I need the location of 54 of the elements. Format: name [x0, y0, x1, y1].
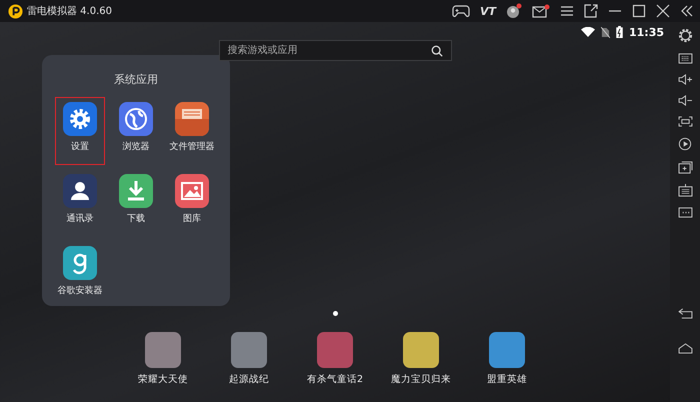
vt-button[interactable]: VT [480, 4, 496, 18]
collapse-icon[interactable] [680, 5, 694, 17]
app-icon [175, 102, 209, 136]
app-shortcut[interactable]: 下载 [108, 169, 164, 237]
app-icon [317, 332, 353, 368]
app-shortcut[interactable]: 有杀气童话2 [292, 332, 378, 386]
app-shortcut[interactable]: 浏览器 [108, 97, 164, 165]
keyboard-icon[interactable] [678, 53, 692, 64]
app-icon [489, 332, 525, 368]
volume-down-icon[interactable] [678, 95, 692, 106]
folder-title: 系统应用 [113, 72, 159, 87]
battery-icon [616, 26, 623, 38]
app-shortcut[interactable]: 荣耀大天使 [120, 332, 206, 386]
no-sim-icon [600, 26, 610, 38]
menu-icon[interactable] [560, 5, 574, 17]
app-shortcut[interactable]: 魔力宝贝归来 [378, 332, 464, 386]
gamepad-icon[interactable] [452, 5, 470, 17]
close-icon[interactable] [656, 4, 670, 18]
app-icon [231, 332, 267, 368]
app-icon [63, 246, 97, 280]
app-shortcut[interactable]: 谷歌安装器 [52, 241, 108, 309]
app-icon [63, 174, 97, 208]
app-icon [119, 174, 153, 208]
settings-icon[interactable] [678, 28, 692, 43]
app-icon [145, 332, 181, 368]
window-title: 雷电模拟器 4.0.60 [27, 4, 112, 18]
apk-icon[interactable] [678, 184, 692, 197]
app-icon [403, 332, 439, 368]
app-icon [63, 102, 97, 136]
export-icon[interactable] [584, 4, 598, 18]
fullscreen-icon[interactable] [678, 116, 692, 127]
app-shortcut[interactable]: 盟重英雄 [464, 332, 550, 386]
volume-up-icon[interactable] [678, 74, 692, 85]
search-field[interactable]: 搜索游戏或应用 [218, 40, 452, 61]
logo-icon [8, 4, 23, 18]
maximize-icon[interactable] [632, 4, 646, 18]
app-shortcut[interactable]: 文件管理器 [164, 97, 220, 165]
add-window-icon[interactable] [678, 161, 692, 174]
app-shortcut[interactable]: 设置 [55, 97, 105, 165]
mail-icon[interactable] [532, 4, 550, 18]
app-shortcut[interactable]: 起源战纪 [206, 332, 292, 386]
back-icon[interactable] [678, 308, 692, 319]
page-indicator [332, 311, 338, 316]
status-time: 11:35 [628, 26, 664, 38]
search-icon[interactable] [430, 44, 442, 56]
app-icon [119, 102, 153, 136]
app-shortcut[interactable]: 图库 [164, 169, 220, 237]
home-icon[interactable] [678, 343, 692, 354]
wifi-icon [580, 27, 595, 37]
more-icon[interactable] [678, 207, 692, 218]
app-icon [175, 174, 209, 208]
app-shortcut[interactable]: 通讯录 [52, 169, 108, 237]
avatar-icon[interactable] [506, 3, 522, 19]
record-icon[interactable] [678, 137, 692, 151]
